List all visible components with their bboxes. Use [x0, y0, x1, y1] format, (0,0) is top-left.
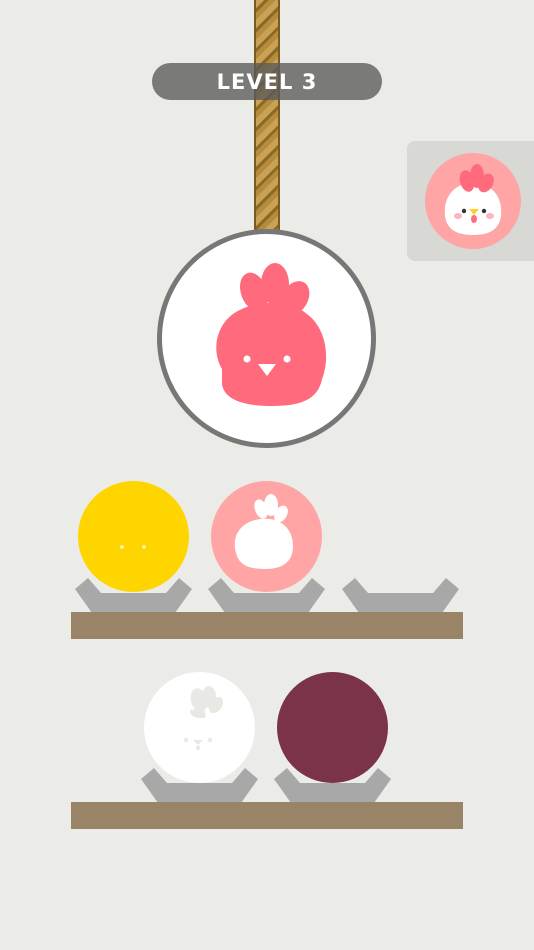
chicken-face-icon [425, 153, 521, 249]
maroon-ball[interactable] [277, 672, 388, 783]
rope [254, 0, 280, 235]
shelf-bottom [71, 802, 463, 829]
hanging-ball[interactable] [157, 229, 376, 448]
holder-shelf1-slot3[interactable] [342, 575, 459, 613]
white-ball[interactable] [144, 672, 255, 783]
yellow-ball[interactable] [78, 481, 189, 592]
shelf-top [71, 612, 463, 639]
level-indicator: LEVEL 3 [152, 63, 382, 100]
level-label: LEVEL 3 [216, 69, 318, 94]
target-panel [407, 141, 534, 261]
pink-ball[interactable] [211, 481, 322, 592]
chicken-icon [216, 263, 327, 406]
